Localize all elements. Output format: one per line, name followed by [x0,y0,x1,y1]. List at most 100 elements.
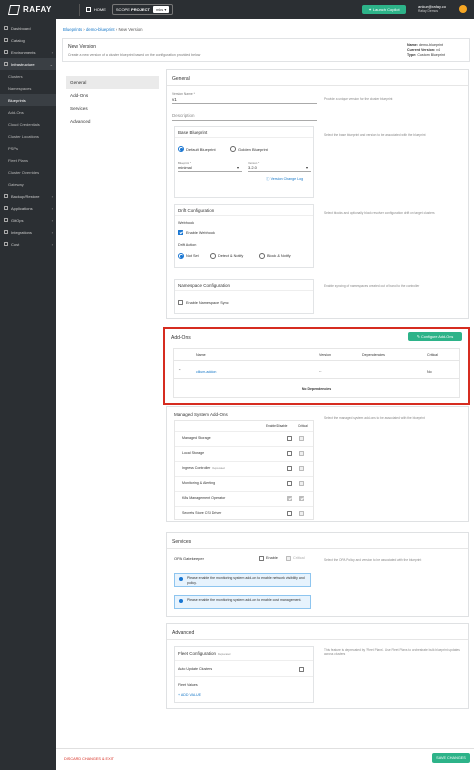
applications-icon [4,206,8,210]
namespace-config-box: Namespace Configuration Enable Namespace… [174,279,314,314]
sidebar-item-addons[interactable]: Add-Ons [0,106,56,118]
auto-update-clusters-checkbox[interactable] [299,666,304,672]
info-icon [179,599,183,603]
sidebar-item-gateway[interactable]: Gateway [0,178,56,190]
infrastructure-icon [4,62,8,66]
cost-icon [4,242,8,246]
managed-storage-enable[interactable] [287,435,292,441]
home-icon [85,7,91,12]
drift-block-radio[interactable] [259,253,265,259]
ingress-enable[interactable] [287,465,292,471]
dashboard-icon [4,26,8,30]
sidebar-item-catalog[interactable]: Catalog [0,34,56,46]
sidebar-item-backup-restore[interactable]: Backup/Restore › [0,190,56,202]
drift-detect-radio[interactable] [210,253,216,259]
drift-notset-radio[interactable] [178,253,184,259]
user-menu[interactable]: ankur@rafay.co Rafay Demos [418,4,446,14]
sidebar-item-gitops[interactable]: GitOps › [0,214,56,226]
enable-webhook-checkbox[interactable] [178,230,183,235]
gitops-icon [4,218,8,222]
nav-general[interactable]: General [66,76,159,89]
chevron-right-icon: › [51,241,53,247]
chevron-right-icon: › [51,229,53,235]
sidebar-item-namespaces[interactable]: Namespaces [0,82,56,94]
description-input[interactable]: Description [172,113,195,118]
discard-changes-button[interactable]: DISCARD CHANGES & EXIT [64,757,114,761]
golden-blueprint-radio[interactable] [230,146,236,152]
sidebar-item-infrastructure[interactable]: Infrastructure ⌄ [0,58,56,70]
chevron-right-icon: › [51,49,53,55]
breadcrumb-demo-blueprint[interactable]: demo-blueprint [86,27,115,32]
chevron-right-icon: › [51,193,53,199]
add-value-button[interactable]: + ADD VALUE [178,693,201,697]
advanced-card: Advanced Fleet Configuration Deprecated A… [166,623,469,709]
general-card: General Version Name * v1 Provide a uniq… [166,69,469,319]
sidebar-item-blueprints[interactable]: Blueprints [0,94,56,106]
csi-driver-enable[interactable] [287,510,292,516]
addons-highlight [163,327,470,405]
sidebar-item-integrations[interactable]: Integrations › [0,226,56,238]
catalog-icon [4,38,8,42]
sidebar-item-cluster-overrides[interactable]: Cluster Overrides [0,166,56,178]
chevron-right-icon: › [51,217,53,223]
sidebar-item-cluster-locations[interactable]: Cluster Locations [0,130,56,142]
fleet-config-box: Fleet Configuration Deprecated Auto Updat… [174,646,314,703]
k8s-operator-critical [299,495,304,501]
monitoring-critical [299,480,304,486]
avatar[interactable] [459,5,467,13]
version-change-log-link[interactable]: ⓘ Version Change Log [266,177,303,182]
opa-enable-checkbox[interactable] [259,555,264,561]
save-changes-button[interactable]: SAVE CHANGES [432,753,470,763]
base-blueprint-box: Base Blueprint Default Blueprint Golden … [174,126,314,198]
scope-selector[interactable]: SCOPE PROJECT mks ▾ [111,4,174,15]
environments-icon [4,50,8,54]
nav-addons[interactable]: Add-Ons [66,89,159,102]
ingress-critical [299,465,304,471]
page-title: New Version [68,44,97,50]
sidebar-item-dashboard[interactable]: Dashboard [0,22,56,34]
sidebar-item-cloud-credentials[interactable]: Cloud Credentials [0,118,56,130]
backup-icon [4,194,8,198]
managed-storage-critical [299,435,304,441]
breadcrumb-blueprints[interactable]: Blueprints [63,27,82,32]
nav-advanced[interactable]: Advanced [66,115,159,128]
chevron-down-icon: ▾ [306,165,309,170]
managed-row: Ingress Controller Deprecated [175,461,313,473]
sidebar-item-fleet-plans[interactable]: Fleet Plans [0,154,56,166]
managed-addons-card: Managed System Add-Ons Select the manage… [166,406,469,522]
local-storage-enable[interactable] [287,450,292,456]
sidebar-item-applications[interactable]: Applications › [0,202,56,214]
page-description: Create a new version of a cluster bluepr… [68,53,201,57]
monitoring-enable[interactable] [287,480,292,486]
managed-addons-table: Enable/Disable Critical Managed Storage … [174,420,314,520]
deprecated-badge: Deprecated [212,467,225,470]
services-title: Services [172,539,192,545]
integrations-icon [4,230,8,234]
advanced-title: Advanced [172,630,195,636]
managed-row: K8s Management Operator [175,491,313,503]
namespace-sync-checkbox[interactable] [178,300,183,305]
sidebar-item-clusters[interactable]: Clusters [0,70,56,82]
project-select[interactable]: mks ▾ [152,6,170,13]
drift-config-box: Drift Configuration Webhook Enable Webho… [174,204,314,268]
deprecated-badge: Deprecated [218,653,231,656]
blueprint-select[interactable]: minimal [178,165,192,170]
sidebar-item-environments[interactable]: Environments › [0,46,56,58]
csi-driver-critical [299,510,304,516]
managed-row: Monitoring & Alerting [175,476,313,488]
breadcrumb-current: New Version [118,27,143,32]
default-blueprint-radio[interactable] [178,146,184,152]
sidebar-item-psps[interactable]: PSPs [0,142,56,154]
launch-copilot-button[interactable]: ✦ Launch Copilot [362,5,406,14]
chevron-down-icon: ▾ [237,165,240,170]
version-select[interactable]: 3.2.0 [248,165,257,170]
sidebar-item-cost[interactable]: Cost › [0,238,56,250]
version-name-input[interactable]: v1 [172,97,177,102]
chevron-right-icon: › [51,205,53,211]
local-storage-critical [299,450,304,456]
sidebar: Dashboard Catalog Environments › Infrastr… [0,19,56,770]
home-button[interactable]: HOME [78,3,106,16]
page-header: New Version Create a new version of a cl… [62,38,470,62]
rafay-logo[interactable]: RAFAY [7,4,52,15]
nav-services[interactable]: Services [66,102,159,115]
